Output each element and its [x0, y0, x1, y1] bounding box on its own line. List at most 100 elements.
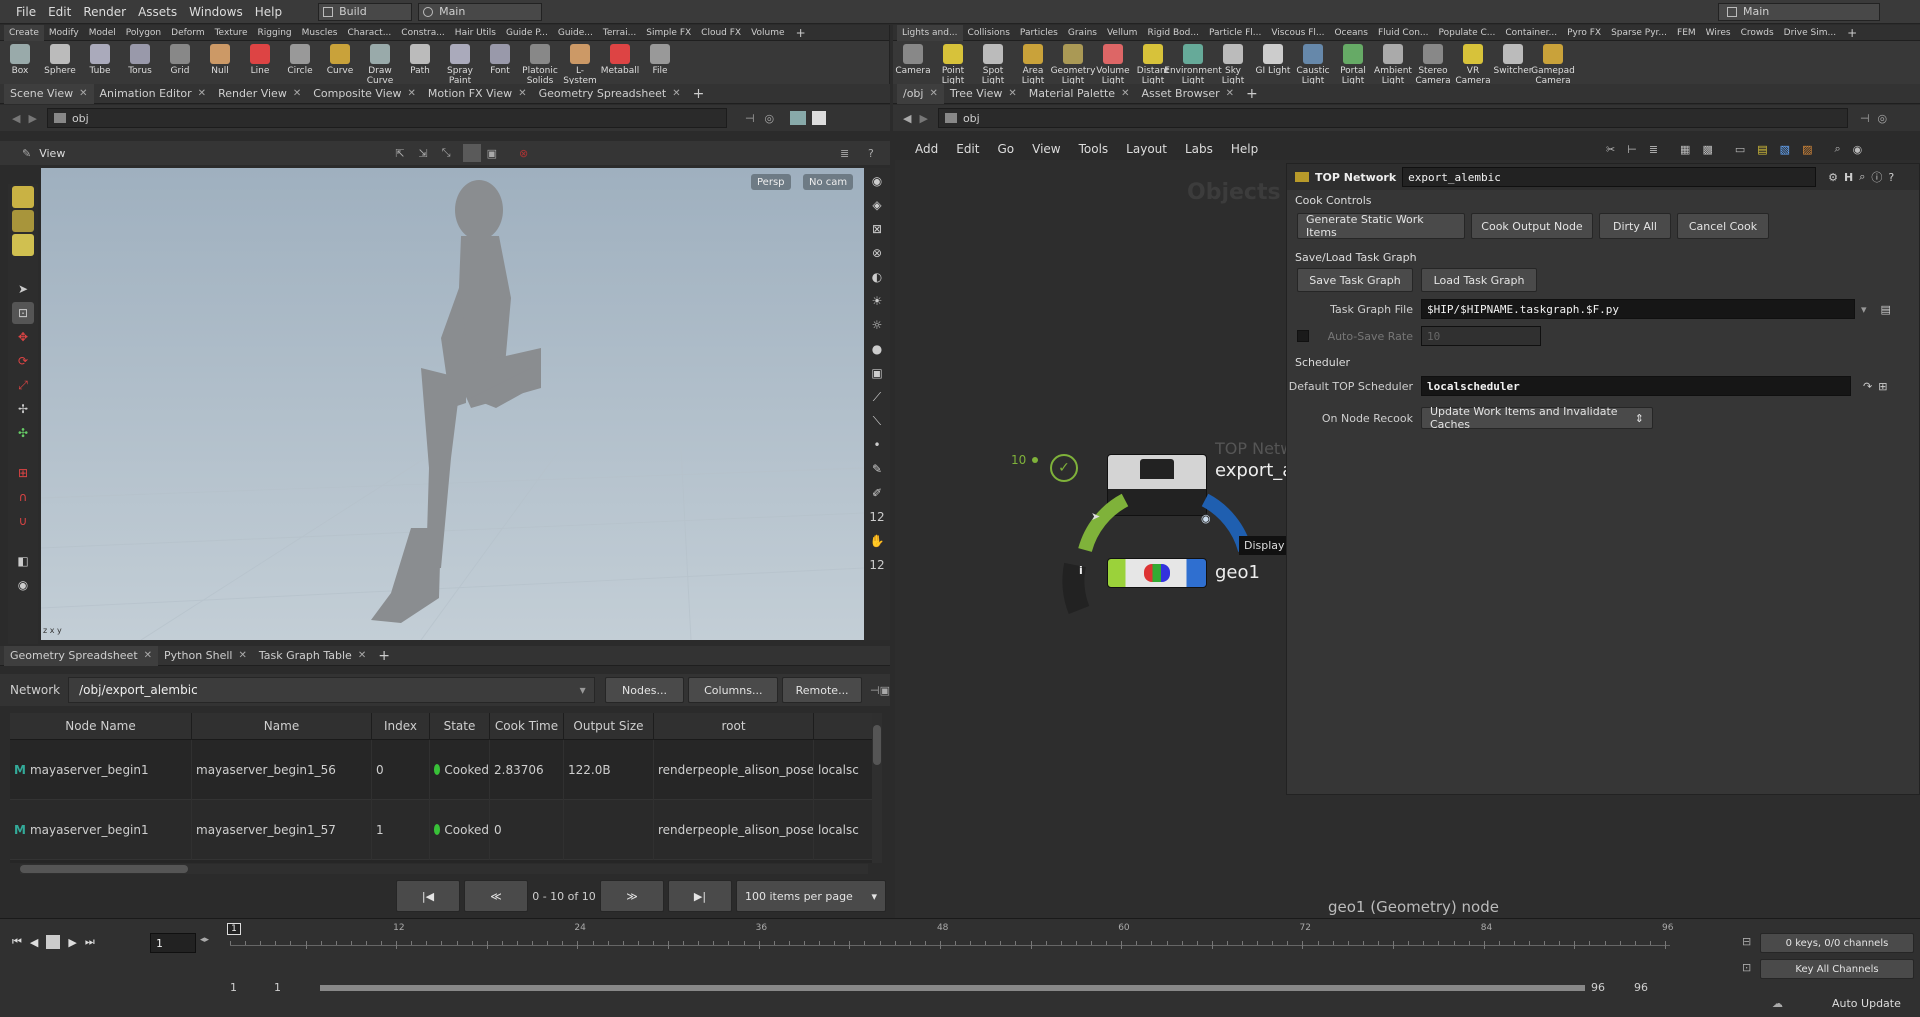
add-tab-icon[interactable]: + — [693, 86, 705, 102]
shelf-tab[interactable]: Cloud FX — [696, 25, 746, 41]
close-tab-icon[interactable]: ✕ — [1121, 84, 1129, 104]
pane-tab[interactable]: Motion FX View ✕ — [422, 84, 533, 104]
vt-lock-icon[interactable]: ⊠ — [866, 218, 888, 240]
shelf-tab[interactable]: Rigid Bod... — [1142, 25, 1204, 41]
range-start-field[interactable]: 1 — [230, 981, 237, 994]
shelf-tab[interactable]: FEM — [1672, 25, 1701, 41]
add-tab-icon[interactable]: + — [796, 26, 806, 40]
graph-icon[interactable]: ⊡ — [1742, 961, 1751, 974]
magnet-tool-icon[interactable]: ⊞ — [12, 462, 34, 484]
shelf-tab[interactable]: Charact... — [343, 25, 397, 41]
close-tab-icon[interactable]: ✕ — [144, 646, 152, 666]
desktop-selector-right[interactable]: Main — [1718, 2, 1880, 21]
sticky-icon[interactable]: ▤ — [1757, 143, 1767, 156]
desktop-selector[interactable]: Build — [318, 2, 413, 21]
param-help-icon[interactable]: ? — [1888, 171, 1894, 184]
param-info-icon[interactable]: ⓘ — [1871, 169, 1882, 185]
shelf-tab[interactable]: Guide P... — [501, 25, 553, 41]
view-icon[interactable]: ◎ — [765, 112, 775, 125]
handle-tool-icon[interactable] — [12, 210, 34, 232]
bottom-tab[interactable]: Task Graph Table ✕ — [253, 646, 372, 666]
select-mode-icon[interactable]: ⇲ — [419, 147, 428, 160]
shelf-tab[interactable]: Grains — [1063, 25, 1102, 41]
shelf-tab[interactable]: Muscles — [297, 25, 343, 41]
shelf-tool[interactable]: Circle — [280, 41, 320, 76]
timeline-ruler[interactable]: 112243648607284961 — [227, 923, 1673, 963]
next-page-button[interactable]: ≫ — [600, 880, 664, 912]
vt-twelve2-icon[interactable]: 12 — [866, 554, 888, 576]
network-menu-item[interactable]: Labs — [1185, 142, 1213, 156]
dirty-all-button[interactable]: Dirty All — [1599, 213, 1671, 239]
key-all-channels-button[interactable]: Key All Channels — [1760, 959, 1914, 979]
tools-icon[interactable]: ✂ — [1606, 143, 1615, 156]
keys-display[interactable]: 0 keys, 0/0 channels — [1760, 933, 1914, 953]
prev-page-button[interactable]: ≪ — [464, 880, 528, 912]
scheduler-chooser-icon[interactable]: ⊞ — [1878, 380, 1887, 393]
shelf-tool[interactable]: Torus — [120, 41, 160, 76]
shelf-tool[interactable]: Metaball — [600, 41, 640, 76]
range-end2-field[interactable]: 96 — [1634, 981, 1648, 994]
file-chooser-icon[interactable]: ▤ — [1881, 303, 1891, 316]
vt-measure-icon[interactable]: ⟍ — [866, 410, 888, 432]
pin-right-icon[interactable]: ⊣ — [1860, 112, 1870, 125]
shelf-tab[interactable]: Texture — [210, 25, 253, 41]
current-frame-field[interactable]: 1 — [150, 933, 196, 953]
range-start2-field[interactable]: 1 — [274, 981, 281, 994]
pane-tab[interactable]: Material Palette ✕ — [1023, 84, 1136, 104]
pose-tool-icon[interactable] — [12, 234, 34, 256]
network-menu-item[interactable]: View — [1032, 142, 1060, 156]
columns-button[interactable]: Columns... — [688, 677, 779, 703]
view-right-icon[interactable]: ◎ — [1878, 112, 1888, 125]
display-eye-icon[interactable]: ◉ — [1201, 512, 1211, 525]
shelf-tool[interactable]: Switcher — [1493, 41, 1533, 76]
shelf-tool[interactable]: Path — [400, 41, 440, 76]
menu-item[interactable]: Render — [77, 5, 132, 19]
task-file-field[interactable]: $HIP/$HIPNAME.taskgraph.$F.py — [1421, 299, 1855, 319]
bottom-tab[interactable]: Geometry Spreadsheet ✕ — [4, 645, 159, 666]
goto-start-icon[interactable]: ⏮ — [12, 935, 22, 949]
shelf-tool[interactable]: Ambient Light — [1373, 41, 1413, 86]
shelf-tab[interactable]: Oceans — [1329, 25, 1372, 41]
network-menu-item[interactable]: Help — [1231, 142, 1258, 156]
table-header-cell[interactable]: Node Name — [10, 713, 192, 740]
generate-static-button[interactable]: Generate Static Work Items — [1297, 213, 1465, 239]
shelf-tool[interactable]: Box — [0, 41, 40, 76]
table-header-cell[interactable]: Index — [372, 713, 430, 740]
shelf-tool[interactable]: VR Camera — [1453, 41, 1493, 86]
shelf-tab[interactable]: Particle Fl... — [1204, 25, 1266, 41]
info-icon[interactable]: i — [1079, 564, 1083, 577]
vt-dot-icon[interactable]: • — [866, 434, 888, 456]
network-menu-item[interactable]: Go — [997, 142, 1014, 156]
pane-tab[interactable]: Geometry Spreadsheet ✕ — [533, 84, 687, 104]
shelf-tab[interactable]: Collisions — [963, 25, 1015, 41]
shelf-tool[interactable]: Platonic Solids — [520, 41, 560, 86]
close-tab-icon[interactable]: ✕ — [79, 84, 87, 104]
table-header-cell[interactable]: Output Size — [564, 713, 654, 740]
shelf-tool[interactable]: Environment Light — [1164, 41, 1222, 86]
default-scheduler-field[interactable]: localscheduler — [1421, 376, 1851, 396]
shelf-tool[interactable]: Spray Paint — [440, 41, 480, 86]
network-menu-item[interactable]: Layout — [1126, 142, 1167, 156]
vscroll-thumb[interactable] — [873, 725, 881, 765]
select-arrow-icon[interactable]: ➤ — [1091, 510, 1100, 523]
shelf-tool[interactable]: Caustic Light — [1293, 41, 1333, 86]
vt-pen-icon[interactable]: ✐ — [866, 482, 888, 504]
persp-button[interactable]: Persp — [751, 174, 791, 190]
shelf-tool[interactable]: L-System — [560, 41, 600, 86]
shelf-tool[interactable]: Spot Light — [973, 41, 1013, 86]
play-reverse-icon[interactable]: ◀ — [30, 936, 38, 949]
playhead[interactable]: 1 — [227, 923, 241, 935]
shelf-tab[interactable]: Create — [4, 24, 44, 41]
shelf-tool[interactable]: GI Light — [1253, 41, 1293, 76]
shelf-tool[interactable]: Tube — [80, 41, 120, 76]
arrow-tool-icon[interactable]: ➤ — [12, 278, 34, 300]
cook-output-button[interactable]: Cook Output Node — [1471, 213, 1593, 239]
vt-headlight-icon[interactable]: ☼ — [866, 314, 888, 336]
autosave-checkbox[interactable] — [1297, 330, 1309, 342]
bottom-tab[interactable]: Python Shell ✕ — [158, 646, 253, 666]
shelf-tool[interactable]: Portal Light — [1333, 41, 1373, 86]
grid2-view-icon[interactable]: ▩ — [1702, 143, 1712, 156]
vt-ghost-icon[interactable]: ◈ — [866, 194, 888, 216]
stop-icon[interactable] — [46, 935, 61, 949]
step-icons[interactable]: ◂▸ — [200, 935, 209, 945]
